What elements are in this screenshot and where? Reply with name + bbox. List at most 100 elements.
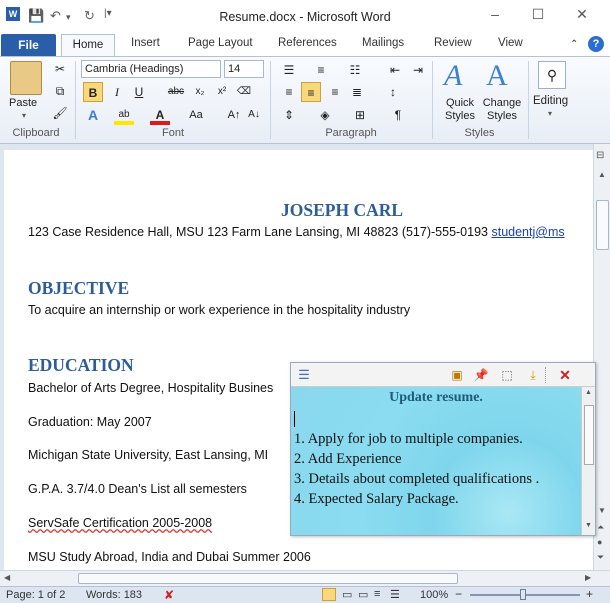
print-layout-icon[interactable] [322,588,336,601]
proofing-error-icon[interactable]: ✘ [164,588,174,602]
draft-icon[interactable]: ☰ [390,588,400,601]
grow-font-icon[interactable]: A↑ [224,105,244,125]
strikethrough-button[interactable]: abc [166,82,186,102]
shading-icon[interactable]: ◈ [315,105,335,125]
contact-line: 123 Case Residence Hall, MSU 123 Farm La… [28,225,565,239]
text-effects-icon[interactable]: A [83,105,103,125]
graduation-line: Graduation: May 2007 [28,415,152,429]
zoom-slider-thumb[interactable] [520,589,526,600]
bold-button[interactable]: B [83,82,103,102]
tab-insert[interactable]: Insert [131,37,160,49]
quick-styles-icon[interactable]: A [444,59,462,93]
change-styles-button[interactable]: Change Styles [480,97,524,123]
vertical-scroll-thumb[interactable] [596,200,609,250]
zoom-out-icon[interactable]: − [455,587,462,601]
ribbon: Paste ▾ ✂ ⧉ 🖌 Clipboard Cambria (Heading… [0,56,610,144]
multilevel-list-icon[interactable]: ☷ [345,60,365,80]
justify-icon[interactable]: ≣ [347,82,367,102]
note-body[interactable]: Update resume. 1. Apply for job to multi… [291,387,581,535]
underline-button[interactable]: U [129,82,149,102]
tab-home[interactable]: Home [61,34,115,57]
tab-references[interactable]: References [278,37,337,49]
note-item: 4. Expected Salary Package. [294,491,459,507]
note-scroll-up-icon[interactable]: ▲ [585,389,592,396]
paste-dropdown-icon[interactable]: ▾ [22,111,26,120]
quick-styles-button[interactable]: Quick Styles [440,97,480,123]
tab-page-layout[interactable]: Page Layout [188,37,253,49]
next-page-icon[interactable]: ⏷ [597,552,604,563]
ruler-toggle-icon[interactable]: ⊟ [596,150,608,162]
close-button[interactable]: ✕ [567,6,597,26]
tab-mailings[interactable]: Mailings [362,37,404,49]
increase-indent-icon[interactable]: ⇥ [408,60,428,80]
note-resize-icon[interactable]: ⬚ [499,367,515,383]
outline-icon[interactable]: ≡ [374,588,380,600]
previous-page-icon[interactable]: ⏶ [597,522,604,533]
clear-formatting-icon[interactable]: ⌫ [234,82,254,102]
change-case-icon[interactable]: Aa [186,105,206,125]
scroll-down-icon[interactable]: ▼ [598,506,606,515]
horizontal-scroll-thumb[interactable] [78,573,458,584]
tab-file[interactable]: File [1,34,56,56]
paste-button[interactable]: Paste [9,97,37,109]
scroll-right-icon[interactable]: ▶ [585,573,591,582]
status-bar: Page: 1 of 2 Words: 183 ✘ ▭ ▭ ≡ ☰ 100% −… [0,586,610,603]
scroll-left-icon[interactable]: ◀ [4,573,10,582]
tab-review[interactable]: Review [434,37,472,49]
pin-icon[interactable]: 📌 [473,367,489,383]
align-right-icon[interactable]: ≡ [325,82,345,102]
italic-button[interactable]: I [107,82,127,102]
note-scroll-down-icon[interactable]: ▼ [585,522,592,529]
format-painter-icon[interactable]: 🖌 [50,103,70,123]
font-size-combo[interactable]: 14 [224,60,264,78]
find-binoculars-icon[interactable]: ⚲ [538,61,566,89]
borders-icon[interactable]: ⊞ [350,105,370,125]
clipboard-group-label: Clipboard [12,127,60,139]
subscript-button[interactable]: x₂ [190,82,210,102]
change-styles-icon[interactable]: A [486,59,508,93]
word-count[interactable]: Words: 183 [86,589,142,601]
editing-button[interactable]: Editing [533,95,568,107]
align-left-icon[interactable]: ≡ [279,82,299,102]
maximize-button[interactable]: ☐ [523,6,553,26]
note-window-icon[interactable]: ▣ [449,367,465,383]
note-close-icon[interactable]: ✕ [557,367,573,383]
paragraph-group-label: Paragraph [325,127,377,139]
sort-icon[interactable]: ↕ [383,82,403,102]
show-formatting-icon[interactable]: ¶ [388,105,408,125]
paste-icon[interactable] [10,61,42,95]
copy-icon[interactable]: ⧉ [50,81,70,101]
cut-icon[interactable]: ✂ [50,59,70,79]
note-save-icon[interactable]: ⤓ [525,367,541,383]
page-count[interactable]: Page: 1 of 2 [6,589,65,601]
line-spacing-icon[interactable]: ⇕ [279,105,299,125]
full-screen-reading-icon[interactable]: ▭ [342,588,352,601]
note-title: Update resume. [389,390,483,405]
minimize-button[interactable]: – [480,6,510,26]
scroll-up-icon[interactable]: ▲ [598,170,606,179]
align-center-icon[interactable]: ≡ [301,82,321,102]
highlight-icon[interactable]: ab [114,105,134,125]
help-icon[interactable]: ? [588,36,604,52]
tab-view[interactable]: View [498,37,523,49]
numbering-icon[interactable]: ≡ [311,60,331,80]
minimize-ribbon-icon[interactable]: ⌃ [570,39,578,50]
web-layout-icon[interactable]: ▭ [358,588,368,601]
editing-dropdown-icon[interactable]: ▾ [548,109,552,118]
superscript-button[interactable]: x² [212,82,232,102]
zoom-level[interactable]: 100% [420,589,448,601]
horizontal-scrollbar[interactable]: ◀ ▶ [0,570,610,586]
decrease-indent-icon[interactable]: ⇤ [385,60,405,80]
bullets-icon[interactable]: ☰ [279,60,299,80]
zoom-in-icon[interactable]: + [586,587,593,601]
university-line: Michigan State University, East Lansing,… [28,448,269,462]
browse-object-icon[interactable]: ● [597,537,602,547]
note-menu-icon[interactable]: ☰ [296,367,312,383]
note-scrollbar[interactable]: ▲ ▼ [581,387,595,535]
font-name-combo[interactable]: Cambria (Headings) [81,60,221,78]
sticky-note[interactable]: ☰ ▣ 📌 ⬚ ⤓ ✕ Update resume. 1. Apply for … [290,362,596,536]
shrink-font-icon[interactable]: A↓ [244,105,264,125]
email-link[interactable]: studentj@ms [491,225,564,239]
font-color-icon[interactable]: A [150,105,170,125]
note-scroll-thumb[interactable] [584,405,594,465]
